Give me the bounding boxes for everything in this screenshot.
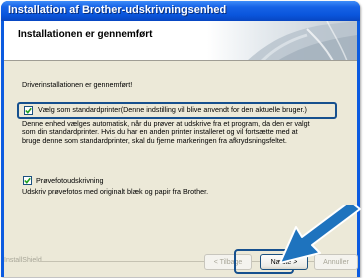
- description-line: bruge denne som standardprinter, skal du…: [22, 135, 287, 145]
- checkmark-icon: [24, 177, 31, 184]
- window-title: Installation af Brother-udskrivningsenhe…: [8, 4, 227, 16]
- checkmark-icon: [25, 107, 32, 114]
- dialog-header: Installationen er gennemført: [4, 21, 357, 61]
- default-printer-description: Denne enhed vælges automatisk, når du pr…: [22, 119, 352, 145]
- test-print-label[interactable]: Prøvefotoudskrivning: [36, 176, 104, 185]
- title-bar[interactable]: Installation af Brother-udskrivningsenhe…: [1, 1, 360, 21]
- installshield-label: InstallShield: [4, 257, 42, 264]
- header-graphic: [207, 21, 357, 60]
- test-print-description: Udskriv prøvefotos med originalt blæk og…: [22, 187, 209, 196]
- header-title: Installationen er gennemført: [18, 29, 153, 40]
- default-printer-label[interactable]: Vælg som standardprinter(Denne indstilli…: [38, 105, 307, 114]
- test-print-checkbox[interactable]: [23, 176, 32, 185]
- pointer-arrow-icon: [279, 205, 361, 264]
- installation-complete-text: Driverinstallationen er gennemført!: [22, 80, 133, 89]
- default-printer-checkbox[interactable]: [24, 105, 33, 115]
